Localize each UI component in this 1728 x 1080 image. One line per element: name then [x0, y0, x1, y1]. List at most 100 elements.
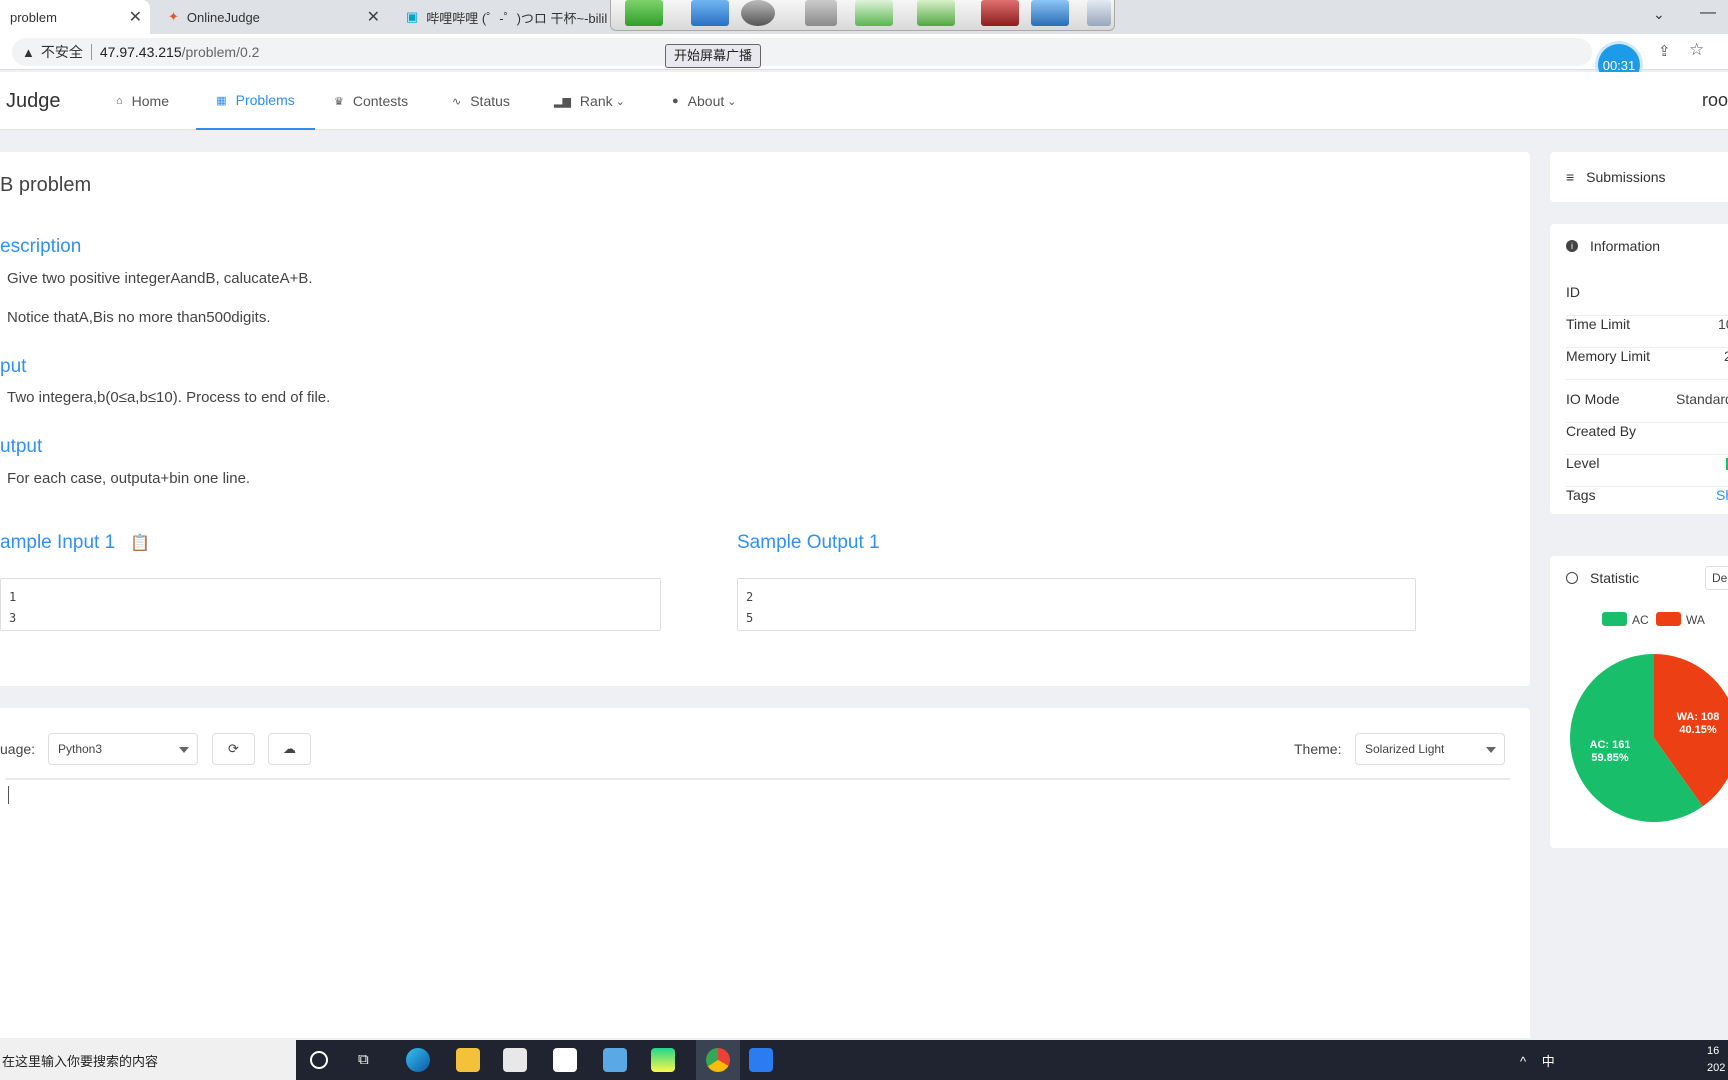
code-editor[interactable]: [5, 778, 1510, 1038]
close-tab-icon[interactable]: ✕: [367, 7, 380, 27]
url-path: /problem/0.2: [181, 44, 260, 60]
network-app-icon[interactable]: [603, 1048, 627, 1072]
mail-icon[interactable]: [553, 1048, 577, 1072]
clipboard-icon[interactable]: 📋: [130, 535, 150, 552]
pointer-icon[interactable]: [805, 0, 837, 26]
sample-output-heading: Sample Output 1: [737, 532, 880, 553]
minimize-window-icon[interactable]: —: [1700, 4, 1716, 22]
store-icon[interactable]: [503, 1048, 527, 1072]
browser-tab-problem[interactable]: problem ✕: [0, 0, 150, 34]
nav-label: About: [687, 93, 725, 109]
info-row-io-mode: IO Mode Standard: [1566, 391, 1728, 423]
info-key: ID: [1566, 284, 1580, 300]
chevron-down-icon: ⌄: [615, 95, 625, 108]
legend-swatch-wa[interactable]: [1656, 612, 1681, 626]
trophy-icon: ♛: [334, 95, 344, 108]
nav-label: Rank: [579, 93, 613, 109]
refresh-icon: ⟳: [228, 741, 239, 756]
system-tray[interactable]: ^ 中: [1520, 1051, 1561, 1070]
caret-down-icon: [1486, 747, 1496, 753]
tags-show-link[interactable]: Sh: [1716, 487, 1728, 503]
clock-date: 202: [1707, 1062, 1726, 1074]
tab-title: 哔哩哔哩 (゜-゜)つロ 干杯~-bilil: [426, 10, 608, 26]
input-heading: put: [0, 356, 27, 377]
info-key: IO Mode: [1566, 391, 1620, 407]
nav-status[interactable]: ∿ Status: [452, 72, 510, 130]
browser-tab-onlinejudge[interactable]: ✦ OnlineJudge ✕: [158, 0, 388, 34]
input-text: Two integera,b(0≤a,b≤10). Process to end…: [7, 389, 331, 406]
theme-value: Solarized Light: [1365, 742, 1445, 756]
browser-tab-bilibili[interactable]: ▣ 哔哩哔哩 (゜-゜)つロ 干杯~-bilil: [396, 0, 616, 34]
url-field[interactable]: ▲ 不安全 47.97.43.215 /problem/0.2: [12, 38, 1592, 66]
nav-rank[interactable]: ▂▆ Rank ⌄: [554, 72, 625, 130]
pie-label-wa-percent: 40.15%: [1679, 724, 1717, 736]
description-line: Notice thatA,Bis no more than500digits.: [7, 309, 271, 326]
description-heading: escription: [0, 236, 82, 257]
bookmark-star-icon[interactable]: ☆: [1689, 40, 1704, 60]
output-heading: utput: [0, 436, 43, 457]
detail-toggle-button[interactable]: De: [1705, 566, 1728, 590]
site-brand[interactable]: Judge: [6, 90, 61, 113]
pie-label-wa-count: WA: 108: [1677, 711, 1720, 723]
film-reel-icon[interactable]: [741, 0, 775, 26]
legend-label-ac: AC: [1632, 613, 1649, 627]
info-row-level: Level: [1566, 455, 1728, 487]
submissions-panel[interactable]: ≡ Submissions: [1550, 152, 1728, 202]
information-header: i Information: [1566, 238, 1660, 254]
language-label: uage:: [0, 741, 36, 757]
info-key: Memory Limit: [1566, 348, 1651, 364]
cortana-icon[interactable]: [310, 1051, 328, 1069]
sample-input-box[interactable]: 1 3: [0, 578, 661, 631]
forward-arrow-icon[interactable]: [917, 0, 955, 26]
grid-icon: ▦: [216, 94, 227, 107]
chevron-down-icon: ⌄: [727, 95, 737, 108]
taskbar-search-box[interactable]: 在这里输入你要搜索的内容: [0, 1040, 296, 1080]
security-label: 不安全: [40, 44, 83, 60]
info-row-id: ID: [1566, 284, 1728, 316]
info-row-created-by: Created By: [1566, 423, 1728, 455]
info-row-tags: Tags Sh: [1566, 487, 1728, 519]
pie-legend: AC WA: [1602, 612, 1705, 627]
clock-time: 16: [1707, 1045, 1720, 1057]
checklist-icon[interactable]: [855, 0, 893, 26]
share-icon[interactable]: ⇪: [1658, 42, 1671, 60]
legend-swatch-ac[interactable]: [1602, 612, 1627, 626]
pie-label-ac-count: AC: 161: [1590, 739, 1631, 751]
information-panel: i Information ID Time Limit 1000 Memory …: [1550, 224, 1728, 514]
return-arrow-icon[interactable]: [625, 0, 663, 26]
wps-icon[interactable]: [749, 1048, 773, 1072]
reset-code-button[interactable]: ⟳: [212, 733, 255, 765]
chrome-taskbar-slot[interactable]: [696, 1040, 740, 1080]
info-key: Level: [1566, 455, 1600, 471]
taskbar-clock[interactable]: 16 202: [1707, 1043, 1725, 1077]
info-key: Tags: [1566, 487, 1596, 503]
tab-search-chevron-icon[interactable]: ⌄: [1653, 6, 1665, 23]
pycharm-icon[interactable]: [651, 1048, 675, 1072]
text-cursor: [8, 786, 9, 804]
task-view-icon[interactable]: ⧉: [358, 1051, 369, 1068]
edge-icon[interactable]: [406, 1048, 430, 1072]
pin-icon[interactable]: [1087, 0, 1111, 26]
onlinejudge-favicon-icon: ✦: [168, 9, 179, 24]
caret-down-icon: [179, 747, 189, 753]
nav-label: Contests: [352, 93, 409, 109]
sample-input-line: 1: [9, 590, 17, 604]
theme-select[interactable]: Solarized Light: [1355, 733, 1505, 765]
screen-broadcast-icon[interactable]: [691, 0, 729, 26]
nav-home[interactable]: ⌂ Home: [116, 72, 169, 130]
nav-contests[interactable]: ♛ Contests: [334, 72, 408, 130]
submissions-header: ≡ Submissions: [1566, 169, 1666, 185]
language-select[interactable]: Python3: [48, 733, 198, 765]
monitor-icon[interactable]: [1031, 0, 1069, 26]
stop-screen-icon[interactable]: [981, 0, 1019, 26]
nav-about[interactable]: ● About ⌄: [672, 72, 736, 130]
nav-problems[interactable]: ▦ Problems: [196, 72, 315, 130]
sample-output-box[interactable]: 2 5: [737, 578, 1416, 631]
file-explorer-icon[interactable]: [456, 1048, 480, 1072]
close-tab-icon[interactable]: ✕: [129, 7, 142, 27]
address-bar: ▲ 不安全 47.97.43.215 /problem/0.2 ⇪ ☆: [0, 34, 1728, 70]
chrome-icon: [706, 1048, 730, 1072]
info-circle-icon: i: [1566, 240, 1578, 252]
upload-code-button[interactable]: ☁: [268, 733, 311, 765]
user-menu[interactable]: roo: [1702, 90, 1728, 111]
